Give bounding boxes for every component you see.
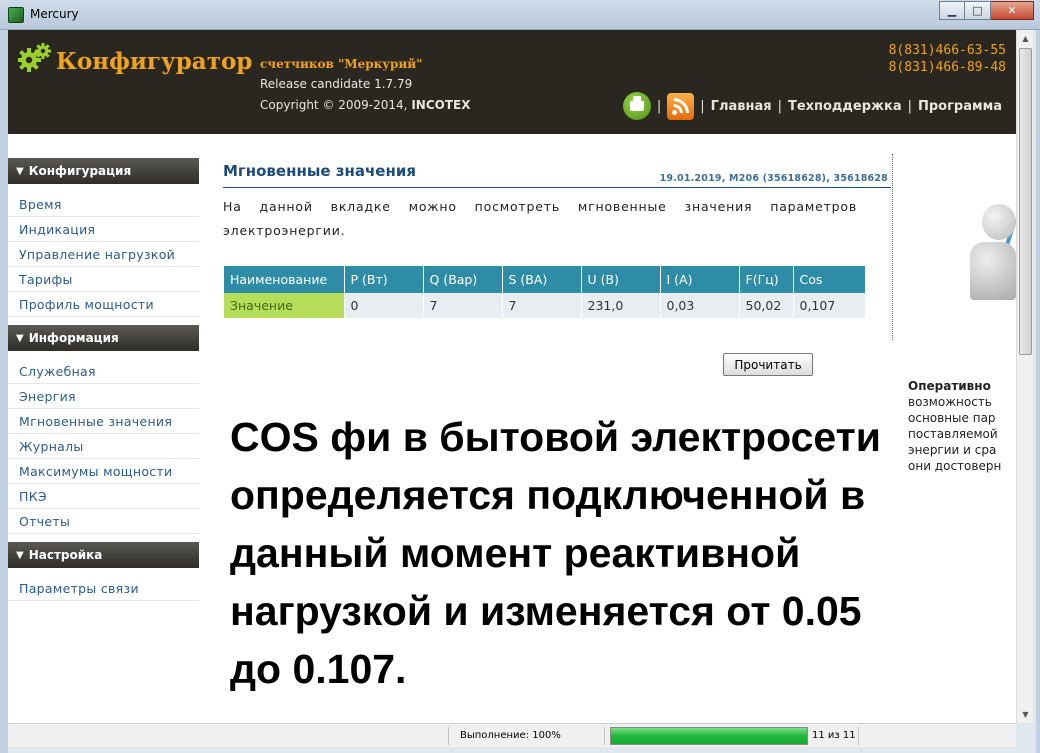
table-cell: 0	[344, 293, 424, 318]
right-panel-line: основные пар	[908, 411, 996, 425]
phone-numbers: 8(831)466-63-55 8(831)466-89-48	[889, 42, 1006, 76]
column-header: I (А)	[660, 266, 740, 293]
support-figure-image	[938, 178, 1016, 330]
right-panel-line: возможность	[908, 395, 992, 409]
sidebar-item-tariffs[interactable]: Тарифы	[8, 267, 199, 292]
maximize-button[interactable]: □	[965, 1, 991, 20]
nav-link-program[interactable]: Программа	[918, 99, 1002, 114]
header: Конфигуратор счетчиков "Меркурий" Releas…	[8, 30, 1016, 134]
window-controls: ▁ □ ✕	[939, 1, 1034, 20]
content-divider	[892, 154, 893, 340]
sidebar-item-instant-values[interactable]: Мгновенные значения	[8, 409, 199, 434]
table-cell: 0,107	[793, 293, 866, 318]
window-frame-left	[0, 30, 8, 753]
overlay-caption: COS фи в бытовой электросети определяетс…	[230, 414, 881, 692]
copyright-prefix: Copyright © 2009-2014,	[260, 98, 412, 112]
table-cell: 50,02	[739, 293, 794, 318]
sidebar-item-energy[interactable]: Энергия	[8, 384, 199, 409]
column-header: Наименование	[224, 266, 345, 293]
triangle-down-icon: ▼	[16, 549, 24, 561]
sidebar: ▼ Конфигурация Время Индикация Управление…	[8, 158, 199, 601]
window-title: Mercury	[30, 7, 79, 21]
column-header: S (ВА)	[502, 266, 582, 293]
sidebar-item-connection-params[interactable]: Параметры связи	[8, 576, 199, 601]
brand-title: Конфигуратор	[56, 48, 253, 75]
sidebar-item-time[interactable]: Время	[8, 192, 199, 217]
status-count: 11 из 11	[812, 730, 856, 741]
nav-link-support[interactable]: Техподдержка	[788, 99, 902, 114]
progress-bar	[610, 727, 808, 745]
instant-values-table: Наименование P (Вт) Q (Вар) S (ВА) U (В)…	[224, 266, 866, 318]
minimize-button[interactable]: ▁	[939, 1, 965, 20]
sidebar-item-reports[interactable]: Отчеты	[8, 509, 199, 534]
device-meta: 19.01.2019, M206 (35618628), 35618628	[659, 173, 888, 184]
triangle-down-icon: ▼	[16, 165, 24, 177]
progress-bar-fill	[611, 728, 807, 744]
column-header: P (Вт)	[344, 266, 424, 293]
sidebar-item-indication[interactable]: Индикация	[8, 217, 199, 242]
gears-icon	[18, 43, 51, 72]
right-panel-line: энергии и сра	[908, 443, 997, 457]
sidebar-item-power-maximums[interactable]: Максимумы мощности	[8, 459, 199, 484]
column-header: Cos	[793, 266, 866, 293]
brand-subtitle: счетчиков "Меркурий"	[260, 57, 423, 71]
table-row: Значение 0 7 7 231,0 0,03 50,02 0,107	[224, 293, 866, 318]
sidebar-section-config[interactable]: ▼ Конфигурация	[8, 158, 199, 184]
right-panel-heading: Оперативно	[908, 379, 991, 393]
copyright: Copyright © 2009-2014, INCOTEX	[260, 98, 470, 112]
right-panel-line: поставляемой	[908, 427, 998, 441]
copyright-company: INCOTEX	[411, 98, 471, 112]
column-header: Q (Вар)	[423, 266, 503, 293]
page-title: Мгновенные значения	[223, 162, 416, 180]
sidebar-section-settings[interactable]: ▼ Настройка	[8, 542, 199, 568]
window-titlebar: Mercury ▁ □ ✕	[0, 0, 1040, 30]
table-cell: 231,0	[581, 293, 661, 318]
table-header-row: Наименование P (Вт) Q (Вар) S (ВА) U (В)…	[224, 266, 866, 293]
app-icon	[8, 7, 24, 23]
phone-2: 8(831)466-89-48	[888, 60, 1006, 75]
table-cell: 0,03	[660, 293, 740, 318]
scroll-up-icon[interactable]: ▲	[1017, 30, 1034, 47]
top-nav: | | Главная | Техподдержка | Программа	[622, 92, 1002, 120]
window-frame-right	[1036, 30, 1040, 753]
sidebar-section-info[interactable]: ▼ Информация	[8, 325, 199, 351]
sidebar-item-power-profile[interactable]: Профиль мощности	[8, 292, 199, 317]
table-cell: Значение	[224, 293, 345, 318]
sidebar-item-load-control[interactable]: Управление нагрузкой	[8, 242, 199, 267]
rss-icon[interactable]	[667, 92, 695, 120]
release-version: Release candidate 1.7.79	[260, 77, 413, 91]
page-description: На данной вкладке можно посмотреть мгнов…	[223, 199, 857, 238]
app-content: Конфигуратор счетчиков "Меркурий" Releas…	[8, 30, 1016, 723]
nav-link-home[interactable]: Главная	[711, 99, 772, 114]
phone-1: 8(831)466-63-55	[888, 43, 1006, 58]
scrollbar-thumb[interactable]	[1019, 48, 1032, 355]
sidebar-item-journals[interactable]: Журналы	[8, 434, 199, 459]
right-panel-text: Оперативно возможность основные пар пост…	[908, 378, 1016, 474]
sidebar-item-service[interactable]: Служебная	[8, 359, 199, 384]
column-header: F(Гц)	[739, 266, 794, 293]
right-panel-line: они достоверн	[908, 459, 1002, 473]
status-bar: Выполнение: 100% 11 из 11	[8, 723, 1016, 747]
table-cell: 7	[423, 293, 503, 318]
close-button[interactable]: ✕	[991, 1, 1034, 20]
scroll-down-icon[interactable]: ▼	[1017, 706, 1034, 723]
table-cell: 7	[502, 293, 582, 318]
print-icon[interactable]	[622, 92, 651, 120]
vertical-scrollbar[interactable]: ▲ ▼	[1016, 30, 1033, 723]
triangle-down-icon: ▼	[16, 332, 24, 344]
column-header: U (В)	[581, 266, 661, 293]
sidebar-item-pke[interactable]: ПКЭ	[8, 484, 199, 509]
status-progress-label: Выполнение: 100%	[460, 730, 561, 741]
read-button[interactable]: Прочитать	[723, 353, 813, 376]
title-divider	[223, 187, 891, 188]
